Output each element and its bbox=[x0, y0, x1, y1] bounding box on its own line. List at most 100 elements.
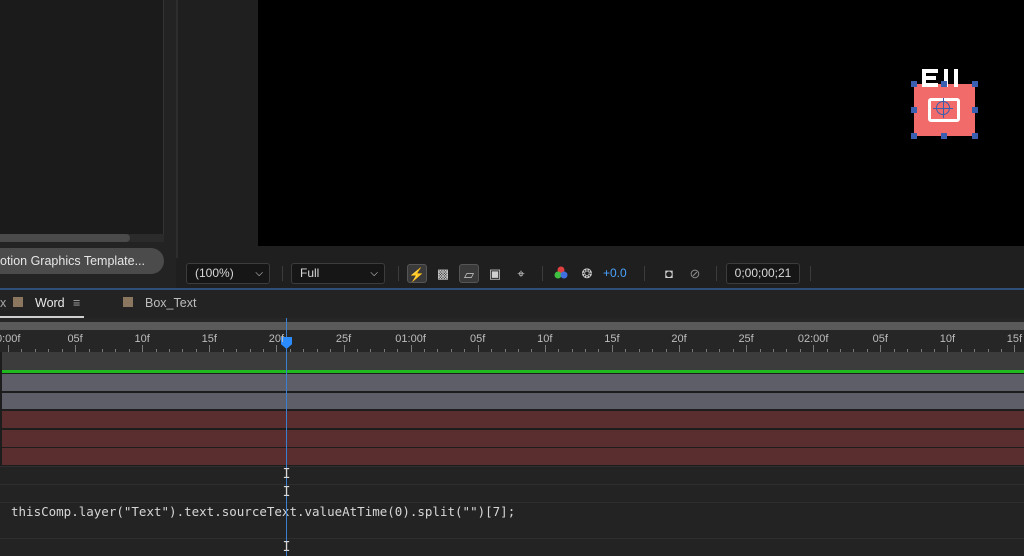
layer-bar[interactable] bbox=[2, 393, 1024, 409]
ruler-minor-tick bbox=[196, 349, 197, 352]
ruler-minor-tick bbox=[437, 349, 438, 352]
ruler-minor-tick bbox=[773, 349, 774, 352]
ruler-minor-tick bbox=[827, 349, 828, 352]
transform-handle-top-right[interactable] bbox=[972, 81, 978, 87]
transparency-grid-icon[interactable]: ▩ bbox=[433, 264, 453, 283]
ruler-tick bbox=[1014, 345, 1015, 352]
ruler-minor-tick bbox=[907, 349, 908, 352]
region-of-interest-icon[interactable]: ▣ bbox=[485, 264, 505, 283]
motion-graphics-template-button[interactable]: otion Graphics Template... bbox=[0, 248, 164, 274]
ruler-minor-tick bbox=[330, 349, 331, 352]
transform-handle-middle-right[interactable] bbox=[972, 107, 978, 113]
ruler-minor-tick bbox=[182, 349, 183, 352]
ruler-minor-tick bbox=[21, 349, 22, 352]
panel-menu-icon[interactable]: ≡ bbox=[73, 290, 80, 316]
ruler-tick-label: 10f bbox=[939, 333, 956, 345]
property-row[interactable] bbox=[0, 466, 1024, 484]
reset-exposure-icon[interactable]: ❂ bbox=[577, 264, 597, 283]
ruler-minor-tick bbox=[840, 349, 841, 352]
ruler-tick bbox=[276, 345, 277, 352]
i-beam-cursor-icon: I bbox=[282, 467, 291, 482]
ruler-minor-tick bbox=[169, 349, 170, 352]
ruler-tick-label: 25f bbox=[335, 333, 352, 345]
ruler-minor-tick bbox=[639, 349, 640, 352]
ruler-minor-tick bbox=[505, 349, 506, 352]
layer-bar[interactable] bbox=[2, 411, 1024, 428]
composition-color-swatch bbox=[123, 297, 133, 307]
composition-canvas[interactable] bbox=[258, 0, 1024, 246]
ruler-tick bbox=[545, 345, 546, 352]
grid-guides-icon[interactable]: ⌖ bbox=[511, 264, 531, 283]
ruler-minor-tick bbox=[384, 349, 385, 352]
current-time-indicator[interactable] bbox=[286, 349, 287, 556]
work-area-bar[interactable] bbox=[0, 322, 1024, 330]
tab-box-text[interactable]: Box_Text bbox=[120, 290, 230, 318]
tab-label: Box_Text bbox=[145, 296, 197, 310]
ruler-minor-tick bbox=[357, 349, 358, 352]
expression-text[interactable]: thisComp.layer("Text").text.sourceText.v… bbox=[11, 504, 515, 520]
timeline-tab-bar: x Word ≡ Box_Text bbox=[0, 290, 1024, 318]
ruler-minor-tick bbox=[585, 349, 586, 352]
ruler-tick bbox=[612, 345, 613, 352]
ruler-tick bbox=[209, 345, 210, 352]
ruler-tick-label: 15f bbox=[201, 333, 217, 345]
transform-handle-bottom-right[interactable] bbox=[972, 133, 978, 139]
transform-handle-bottom-center[interactable] bbox=[941, 133, 947, 139]
layer-bar[interactable] bbox=[2, 430, 1024, 447]
channels-rgb-icon[interactable] bbox=[551, 264, 571, 283]
project-panel: otion Graphics Template... bbox=[0, 0, 176, 288]
project-item-list[interactable] bbox=[0, 0, 164, 234]
ruler-tick-label: 0:00f bbox=[0, 333, 21, 345]
resolution-value: Full bbox=[300, 266, 320, 280]
mask-path-visibility-icon[interactable]: ▱ bbox=[459, 264, 479, 283]
transform-handle-top-center[interactable] bbox=[941, 81, 947, 87]
ruler-minor-tick bbox=[692, 349, 693, 352]
ruler-minor-tick bbox=[250, 349, 251, 352]
ruler-tick-label: 10f bbox=[134, 333, 150, 345]
tab-word[interactable]: Word ≡ bbox=[0, 290, 84, 318]
ruler-minor-tick bbox=[424, 349, 425, 352]
show-snapshot-icon[interactable]: ⊘ bbox=[685, 264, 705, 283]
ruler-tick bbox=[142, 345, 143, 352]
fast-previews-icon[interactable]: ⚡ bbox=[407, 264, 427, 283]
layer-bar[interactable] bbox=[2, 374, 1024, 391]
ruler-minor-tick bbox=[666, 349, 667, 352]
ruler-minor-tick bbox=[303, 349, 304, 352]
ruler-tick-label: 25f bbox=[738, 333, 754, 345]
current-time-field[interactable]: 0;00;00;21 bbox=[726, 263, 800, 284]
anchor-point-icon[interactable] bbox=[933, 98, 953, 118]
toolbar-divider bbox=[810, 266, 811, 281]
resolution-dropdown[interactable]: Full ⌵ bbox=[291, 263, 385, 284]
exposure-value[interactable]: +0.0 bbox=[603, 264, 627, 283]
ruler-minor-tick bbox=[921, 349, 922, 352]
layer-bar[interactable] bbox=[2, 448, 1024, 465]
property-row[interactable] bbox=[0, 538, 1024, 556]
magnification-dropdown[interactable]: (100%) ⌵ bbox=[186, 263, 270, 284]
transform-handle-top-left[interactable] bbox=[911, 81, 917, 87]
ruler-tick-label: 02:00f bbox=[797, 333, 829, 345]
ruler-minor-tick bbox=[988, 349, 989, 352]
ruler-tick bbox=[478, 345, 479, 352]
transform-handle-middle-left[interactable] bbox=[911, 107, 917, 113]
ruler-minor-tick bbox=[129, 349, 130, 352]
ruler-minor-tick bbox=[464, 349, 465, 352]
ruler-tick bbox=[947, 345, 948, 352]
property-row[interactable] bbox=[0, 484, 1024, 502]
ruler-tick bbox=[411, 345, 412, 352]
ruler-tick-label: 05f bbox=[470, 333, 486, 345]
snapshot-camera-icon[interactable]: ◘ bbox=[659, 264, 679, 283]
project-scrollbar-thumb[interactable] bbox=[0, 234, 130, 242]
ruler-minor-tick bbox=[974, 349, 975, 352]
composition-viewer bbox=[176, 0, 1024, 288]
ruler-minor-tick bbox=[48, 349, 49, 352]
ruler-minor-tick bbox=[89, 349, 90, 352]
layer-bar[interactable] bbox=[2, 352, 1024, 370]
ruler-minor-tick bbox=[961, 349, 962, 352]
ruler-minor-tick bbox=[598, 349, 599, 352]
transform-handle-bottom-left[interactable] bbox=[911, 133, 917, 139]
ruler-minor-tick bbox=[451, 349, 452, 352]
chevron-down-icon: ⌵ bbox=[370, 268, 378, 279]
ruler-minor-tick bbox=[786, 349, 787, 352]
ruler-minor-tick bbox=[572, 349, 573, 352]
ruler-tick bbox=[813, 345, 814, 352]
